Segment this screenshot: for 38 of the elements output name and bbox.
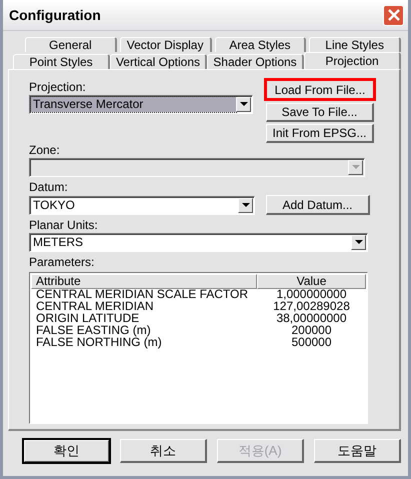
table-cell-text: FALSE NORTHING (m) xyxy=(35,337,163,349)
field-label: Parameters: xyxy=(29,255,96,270)
dropdown-field[interactable]: Transverse Mercator xyxy=(29,95,253,114)
tab[interactable]: Shader Options xyxy=(207,54,304,69)
column-header[interactable]: Attribute xyxy=(31,274,257,289)
tab[interactable]: Line Styles xyxy=(309,37,401,52)
tab[interactable]: Area Styles xyxy=(214,37,306,52)
table-cell-text: CENTRAL MERIDIAN SCALE FACTOR xyxy=(35,289,250,301)
button[interactable]: Load From File... xyxy=(264,78,376,101)
table-cell-text: 127,00289028 xyxy=(272,301,351,313)
table-cell-text: 200000 xyxy=(291,325,332,337)
dropdown-field[interactable]: TOKYO xyxy=(29,196,255,214)
tab[interactable]: Point Styles xyxy=(13,54,110,69)
dropdown-field[interactable]: METERS xyxy=(29,233,368,252)
close-icon xyxy=(388,9,400,21)
tab[interactable]: General xyxy=(25,37,117,52)
table-cell-text: 38,00000000 xyxy=(276,313,347,325)
button[interactable]: 취소 xyxy=(120,439,207,463)
table-cell-text: FALSE EASTING (m) xyxy=(35,325,152,337)
button[interactable]: Init From EPSG... xyxy=(266,124,374,143)
button[interactable]: 도움말 xyxy=(314,439,401,463)
field-label: Planar Units: xyxy=(29,218,99,233)
field-label: Zone: xyxy=(29,143,61,158)
field-label: Datum: xyxy=(29,180,69,195)
table-cell-text: 500000 xyxy=(290,337,333,349)
column-header[interactable]: Value xyxy=(257,274,366,289)
tab[interactable]: Projection xyxy=(304,52,401,69)
tab[interactable]: Vector Display xyxy=(120,37,212,52)
field-label: Projection: xyxy=(29,80,87,95)
tab[interactable]: Vertical Options xyxy=(110,54,207,69)
button[interactable]: Save To File... xyxy=(266,103,374,122)
button[interactable]: 확인 xyxy=(23,439,110,463)
window-title: Configuration xyxy=(9,7,101,23)
table-cell-text: 1,000000000 xyxy=(275,289,348,301)
close-button[interactable] xyxy=(383,4,404,26)
table-cell-text: CENTRAL MERIDIAN xyxy=(35,301,155,313)
add-datum-button[interactable]: Add Datum... xyxy=(266,195,370,215)
table-cell-text: ORIGIN LATITUDE xyxy=(35,313,140,325)
